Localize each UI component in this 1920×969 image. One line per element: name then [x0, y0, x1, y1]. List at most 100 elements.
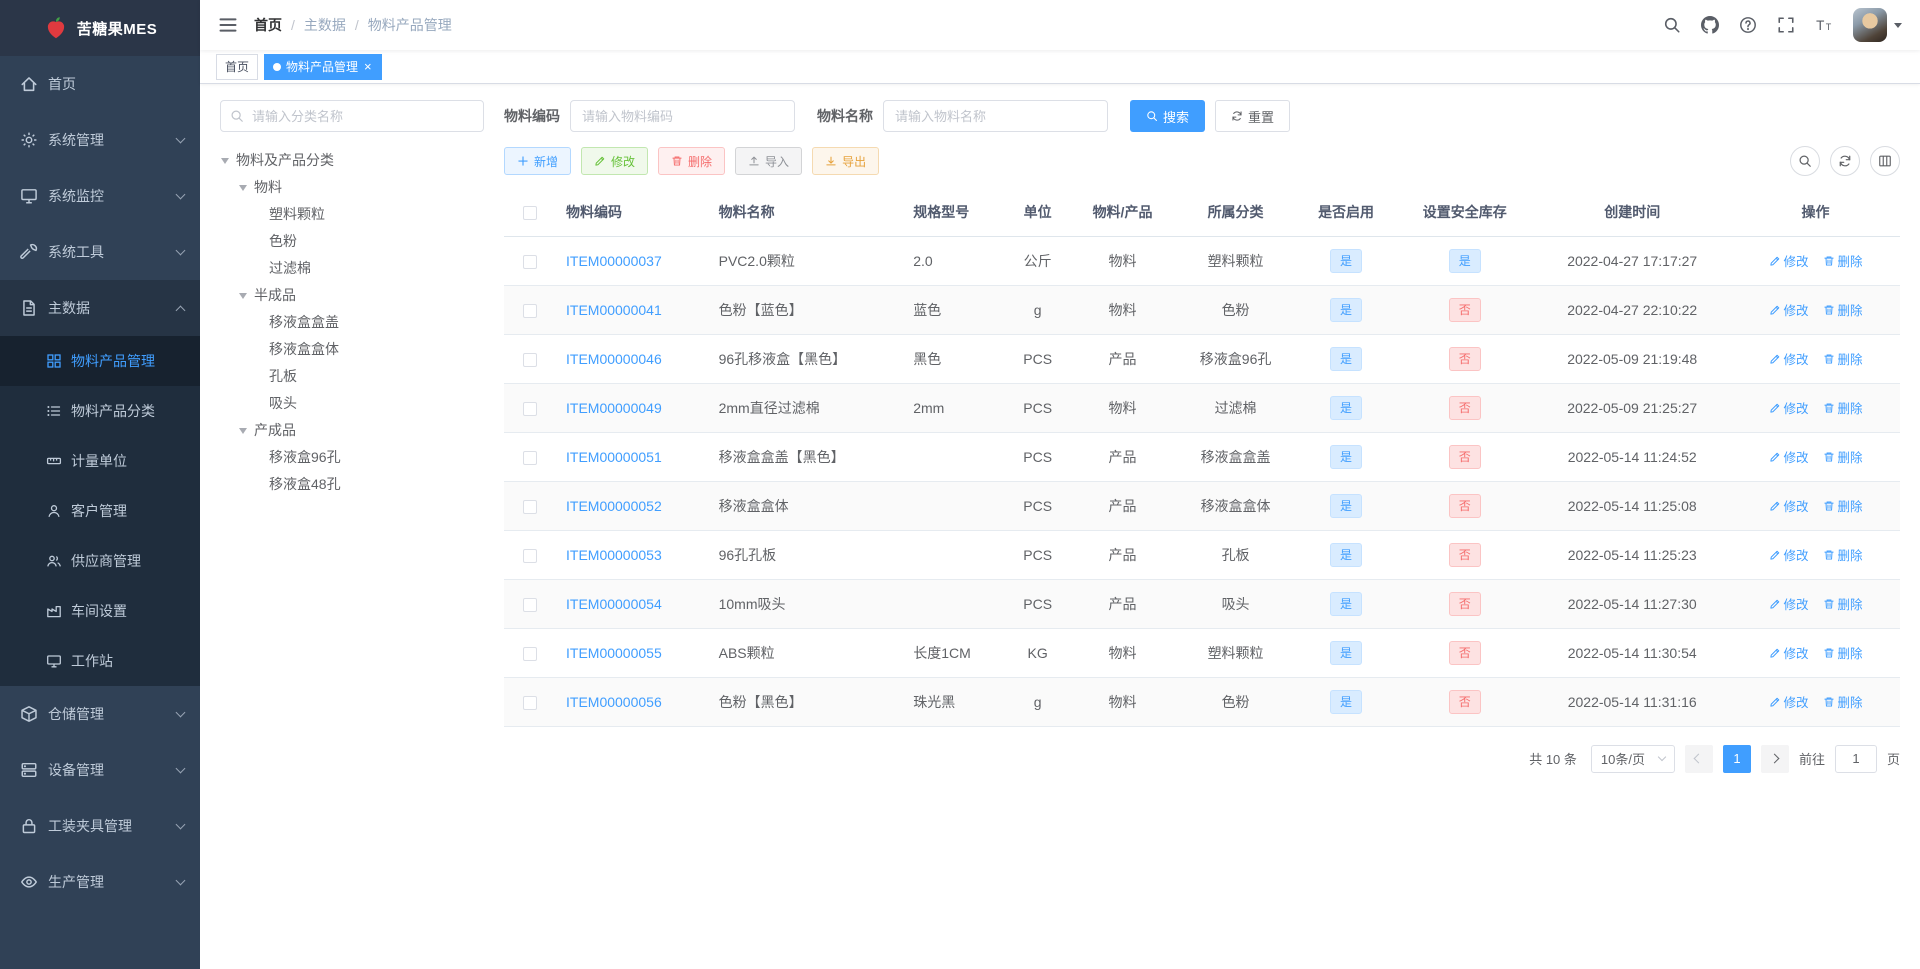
- row-edit-button[interactable]: 修改: [1769, 398, 1809, 417]
- edit-button[interactable]: 修改: [581, 147, 649, 175]
- item-code-link[interactable]: ITEM00000041: [566, 302, 662, 318]
- goto-page-input[interactable]: [1834, 744, 1877, 773]
- export-button[interactable]: 导出: [812, 147, 880, 175]
- row-delete-button[interactable]: 删除: [1823, 496, 1863, 515]
- row-checkbox[interactable]: [523, 548, 537, 563]
- item-code-link[interactable]: ITEM00000053: [566, 547, 662, 563]
- item-code-link[interactable]: ITEM00000055: [566, 645, 662, 661]
- row-edit-button[interactable]: 修改: [1769, 300, 1809, 319]
- row-delete-button[interactable]: 删除: [1823, 300, 1863, 319]
- page-number-button[interactable]: 1: [1722, 744, 1751, 773]
- sidebar-subitem-desktop[interactable]: 工作站: [0, 636, 200, 686]
- row-edit-button[interactable]: 修改: [1769, 496, 1809, 515]
- row-delete-button[interactable]: 删除: [1823, 594, 1863, 613]
- item-code-link[interactable]: ITEM00000054: [566, 596, 662, 612]
- tree-node[interactable]: 色粉: [220, 228, 484, 255]
- item-code-link[interactable]: ITEM00000049: [566, 400, 662, 416]
- row-checkbox[interactable]: [523, 401, 537, 416]
- hamburger-icon[interactable]: [218, 15, 238, 35]
- row-checkbox[interactable]: [523, 450, 537, 465]
- refresh-button[interactable]: [1830, 146, 1860, 176]
- sidebar-item-gear[interactable]: 系统管理: [0, 112, 200, 168]
- column-settings-button[interactable]: [1870, 146, 1900, 176]
- row-checkbox[interactable]: [523, 254, 537, 269]
- font-size-icon[interactable]: TT: [1815, 16, 1833, 34]
- tree-node[interactable]: 半成品: [220, 282, 484, 309]
- tree-node[interactable]: 物料: [220, 174, 484, 201]
- row-edit-button[interactable]: 修改: [1769, 692, 1809, 711]
- row-checkbox[interactable]: [523, 499, 537, 514]
- tab-close-icon[interactable]: ×: [363, 60, 373, 73]
- sidebar-subitem-users[interactable]: 供应商管理: [0, 536, 200, 586]
- page-size-select[interactable]: 10条/页: [1590, 744, 1675, 773]
- tab-item[interactable]: 首页: [216, 53, 259, 80]
- search-icon[interactable]: [1663, 16, 1681, 34]
- row-edit-button[interactable]: 修改: [1769, 349, 1809, 368]
- row-checkbox[interactable]: [523, 597, 537, 612]
- sidebar-item-warehouse[interactable]: 仓储管理: [0, 686, 200, 742]
- tree-node[interactable]: 移液盒盒体: [220, 336, 484, 363]
- row-edit-button[interactable]: 修改: [1769, 251, 1809, 270]
- row-checkbox[interactable]: [523, 352, 537, 367]
- sidebar-subitem-list[interactable]: 物料产品分类: [0, 386, 200, 436]
- row-delete-button[interactable]: 删除: [1823, 692, 1863, 711]
- github-icon[interactable]: [1701, 16, 1719, 34]
- sidebar-item-monitor[interactable]: 系统监控: [0, 168, 200, 224]
- row-checkbox[interactable]: [523, 646, 537, 661]
- item-name-input[interactable]: [883, 100, 1108, 132]
- item-code-link[interactable]: ITEM00000052: [566, 498, 662, 514]
- item-code-link[interactable]: ITEM00000051: [566, 449, 662, 465]
- reset-button[interactable]: 重置: [1215, 100, 1291, 132]
- item-code-link[interactable]: ITEM00000037: [566, 253, 662, 269]
- row-delete-button[interactable]: 删除: [1823, 643, 1863, 662]
- row-delete-button[interactable]: 删除: [1823, 398, 1863, 417]
- sidebar-item-tool[interactable]: 系统工具: [0, 224, 200, 280]
- select-all-checkbox[interactable]: [523, 205, 537, 220]
- next-page-button[interactable]: [1760, 744, 1789, 773]
- tree-node[interactable]: 物料及产品分类: [220, 147, 484, 174]
- row-delete-button[interactable]: 删除: [1823, 447, 1863, 466]
- item-code-link[interactable]: ITEM00000046: [566, 351, 662, 367]
- tree-node[interactable]: 孔板: [220, 363, 484, 390]
- tab-item[interactable]: 物料产品管理 ×: [264, 53, 382, 80]
- sidebar-item-fixture[interactable]: 工装夹具管理: [0, 798, 200, 854]
- row-edit-button[interactable]: 修改: [1769, 447, 1809, 466]
- sidebar-item-home[interactable]: 首页: [0, 56, 200, 112]
- add-button[interactable]: 新增: [504, 147, 572, 175]
- tree-node[interactable]: 产成品: [220, 417, 484, 444]
- help-icon[interactable]: [1739, 16, 1757, 34]
- row-delete-button[interactable]: 删除: [1823, 545, 1863, 564]
- row-delete-button[interactable]: 删除: [1823, 251, 1863, 270]
- breadcrumb-item[interactable]: 首页: [254, 15, 282, 35]
- row-edit-button[interactable]: 修改: [1769, 643, 1809, 662]
- sidebar-item-data[interactable]: 主数据: [0, 280, 200, 336]
- sidebar-subitem-grid[interactable]: 物料产品管理: [0, 336, 200, 386]
- row-edit-button[interactable]: 修改: [1769, 594, 1809, 613]
- import-button[interactable]: 导入: [735, 147, 803, 175]
- tree-node[interactable]: 吸头: [220, 390, 484, 417]
- toggle-search-button[interactable]: [1790, 146, 1820, 176]
- user-menu[interactable]: [1853, 8, 1902, 42]
- fullscreen-icon[interactable]: [1777, 16, 1795, 34]
- row-checkbox[interactable]: [523, 303, 537, 318]
- tree-node[interactable]: 移液盒96孔: [220, 444, 484, 471]
- delete-button[interactable]: 删除: [658, 147, 726, 175]
- row-delete-button[interactable]: 删除: [1823, 349, 1863, 368]
- prev-page-button[interactable]: [1684, 744, 1713, 773]
- category-search-input[interactable]: [220, 100, 484, 132]
- app-logo[interactable]: 苦糖果MES: [0, 0, 200, 56]
- sidebar-subitem-user[interactable]: 客户管理: [0, 486, 200, 536]
- item-code-input[interactable]: [570, 100, 795, 132]
- sidebar-subitem-ruler[interactable]: 计量单位: [0, 436, 200, 486]
- row-edit-button[interactable]: 修改: [1769, 545, 1809, 564]
- sidebar-subitem-building[interactable]: 车间设置: [0, 586, 200, 636]
- row-checkbox[interactable]: [523, 695, 537, 710]
- sidebar-item-production[interactable]: 生产管理: [0, 854, 200, 910]
- sidebar-item-device[interactable]: 设备管理: [0, 742, 200, 798]
- tree-node[interactable]: 塑料颗粒: [220, 201, 484, 228]
- item-code-link[interactable]: ITEM00000056: [566, 694, 662, 710]
- tree-node[interactable]: 移液盒48孔: [220, 471, 484, 498]
- tree-node[interactable]: 过滤棉: [220, 255, 484, 282]
- search-button[interactable]: 搜索: [1130, 100, 1206, 132]
- tree-node[interactable]: 移液盒盒盖: [220, 309, 484, 336]
